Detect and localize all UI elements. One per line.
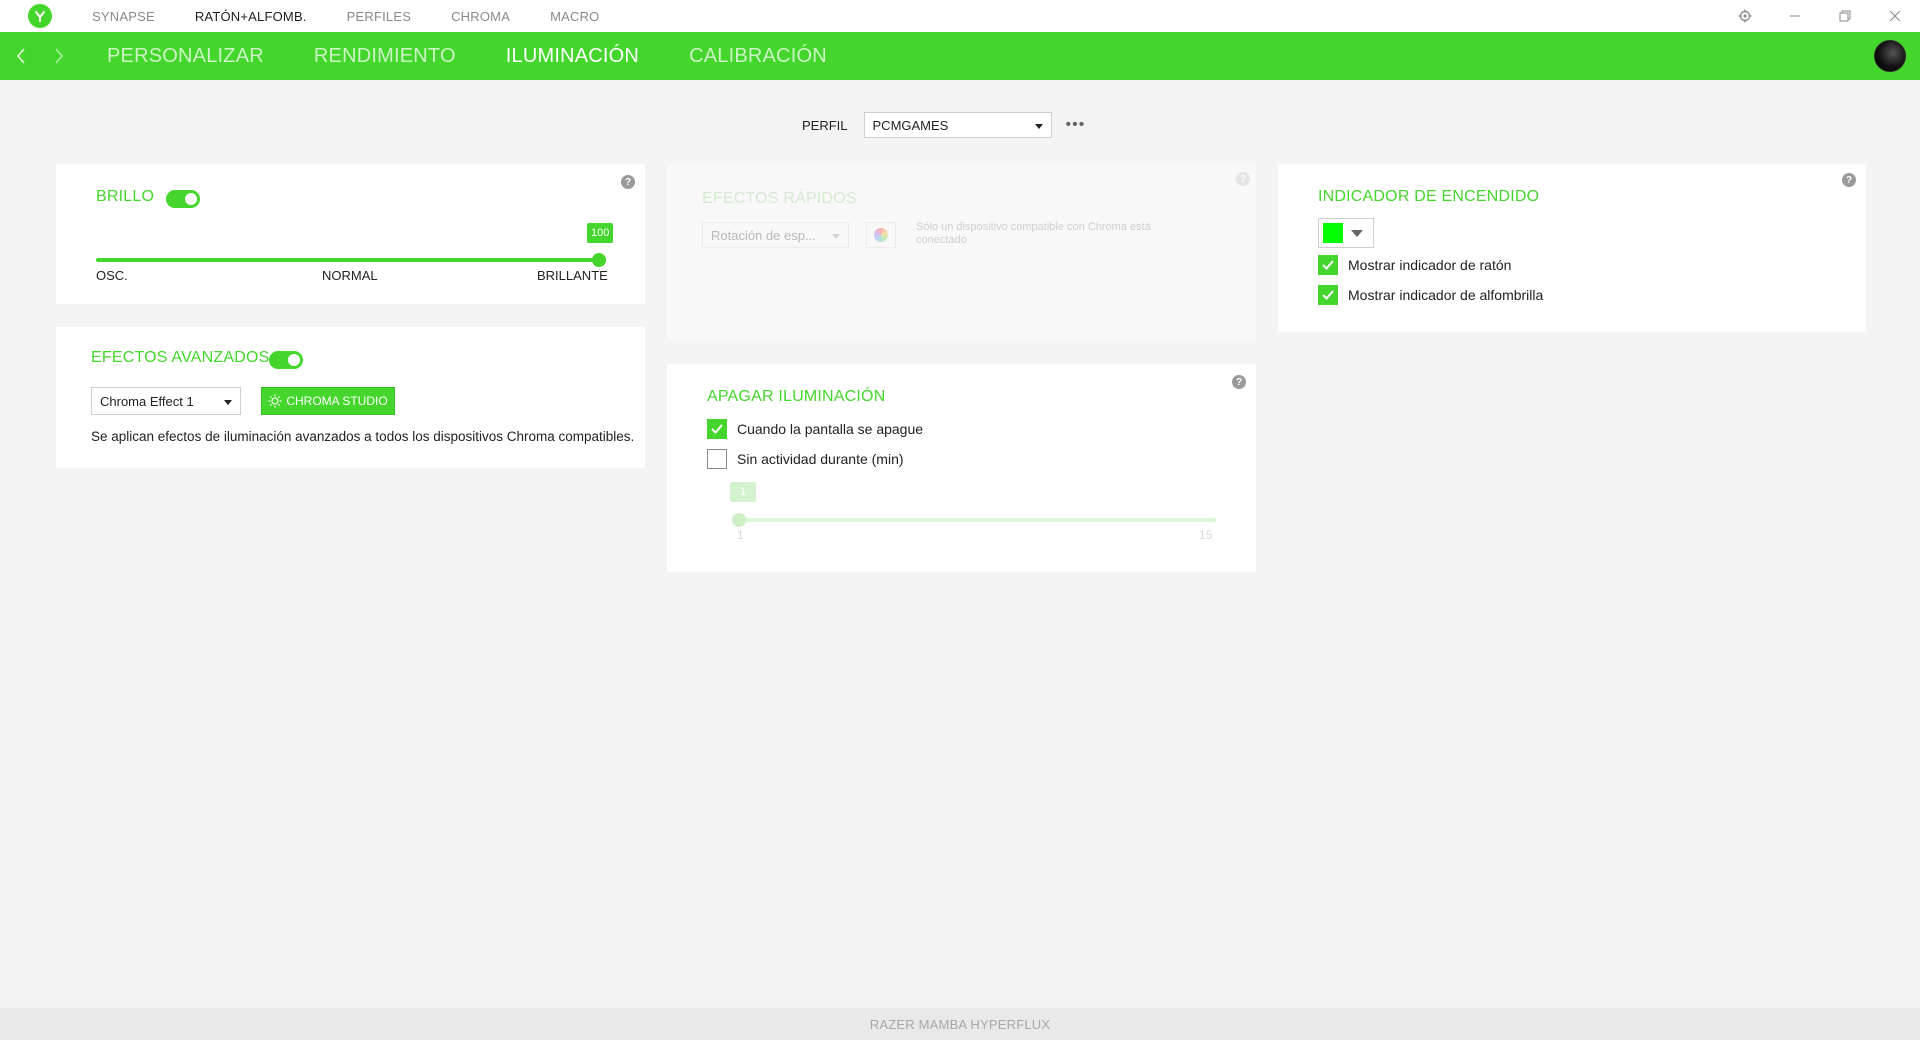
- restore-icon[interactable]: [1820, 0, 1870, 32]
- advanced-effects-title: EFECTOS AVANZADOS: [91, 349, 270, 366]
- idle-slider-max-label: 15: [1199, 528, 1213, 542]
- lighting-off-card: APAGAR ILUMINACIÓN ? Cuando la pantalla …: [667, 364, 1256, 572]
- chroma-studio-label: CHROMA STUDIO: [286, 394, 388, 408]
- profile-select-value: PCMGAMES: [872, 117, 949, 133]
- sun-icon: [268, 394, 282, 408]
- help-icon[interactable]: ?: [1232, 375, 1246, 389]
- screen-off-label: Cuando la pantalla se apague: [737, 421, 924, 437]
- chevron-down-icon: [832, 234, 840, 239]
- top-nav-synapse[interactable]: SYNAPSE: [92, 9, 155, 24]
- screen-off-option[interactable]: Cuando la pantalla se apague: [707, 419, 923, 439]
- top-nav: SYNAPSE RATÓN+ALFOMB. PERFILES CHROMA MA…: [92, 9, 639, 24]
- idle-slider-value-badge: 1: [730, 482, 756, 502]
- color-wheel-icon: [866, 222, 896, 248]
- idle-slider-min-label: 1: [737, 528, 744, 542]
- quick-effects-select-value: Rotación de esp...: [711, 227, 816, 243]
- tab-customize[interactable]: PERSONALIZAR: [107, 45, 264, 68]
- chevron-down-icon: [1034, 124, 1043, 129]
- settings-gear-icon[interactable]: [1720, 0, 1770, 32]
- advanced-effects-card: EFECTOS AVANZADOS Chroma Effect 1 CHROMA…: [56, 327, 645, 468]
- brightness-value-badge: 100: [587, 223, 614, 243]
- quick-effects-card: EFECTOS RÁPIDOS ? Rotación de esp... Sól…: [667, 164, 1256, 341]
- lighting-off-title: APAGAR ILUMINACIÓN: [707, 388, 886, 405]
- brightness-card: BRILLO ? 100 OSC. NORMAL BRILLANTE: [56, 164, 645, 304]
- top-nav-mouse-mousepad[interactable]: RATÓN+ALFOMB.: [195, 9, 307, 24]
- advanced-effects-description: Se aplican efectos de iluminación avanza…: [91, 429, 635, 444]
- profile-label: PERFIL: [802, 117, 848, 133]
- razer-logo-icon[interactable]: [28, 4, 52, 28]
- checkbox-checked[interactable]: [1318, 255, 1338, 275]
- minimize-icon[interactable]: [1770, 0, 1820, 32]
- top-nav-chroma[interactable]: CHROMA: [451, 9, 510, 24]
- show-mousepad-indicator-label: Mostrar indicador de alfombrilla: [1348, 287, 1544, 303]
- tab-performance[interactable]: RENDIMIENTO: [314, 45, 456, 68]
- show-mouse-indicator-label: Mostrar indicador de ratón: [1348, 257, 1512, 273]
- quick-effects-title: EFECTOS RÁPIDOS: [702, 190, 857, 207]
- back-arrow-icon[interactable]: [2, 47, 40, 65]
- help-icon[interactable]: ?: [621, 175, 635, 189]
- chevron-down-icon: [1351, 230, 1363, 237]
- brightness-label-high: BRILLANTE: [537, 268, 608, 283]
- checkbox-checked[interactable]: [1318, 285, 1338, 305]
- show-mousepad-indicator-option[interactable]: Mostrar indicador de alfombrilla: [1318, 285, 1543, 305]
- quick-effects-note: Sólo un dispositivo compatible con Chrom…: [916, 221, 1151, 246]
- title-bar: SYNAPSE RATÓN+ALFOMB. PERFILES CHROMA MA…: [0, 0, 1920, 32]
- advanced-effects-select[interactable]: Chroma Effect 1: [91, 387, 241, 415]
- chevron-down-icon: [224, 400, 232, 405]
- device-name: RAZER MAMBA HYPERFLUX: [869, 1016, 1051, 1032]
- advanced-effects-select-value: Chroma Effect 1: [100, 393, 194, 409]
- checkbox-checked[interactable]: [707, 419, 727, 439]
- power-indicator-card: INDICADOR DE ENCENDIDO ? Mostrar indicad…: [1278, 164, 1866, 332]
- top-nav-macro[interactable]: MACRO: [550, 9, 599, 24]
- color-swatch: [1323, 223, 1343, 243]
- idle-slider-thumb: [732, 513, 746, 527]
- help-icon[interactable]: ?: [1236, 172, 1250, 186]
- sub-tabs: PERSONALIZAR RENDIMIENTO ILUMINACIÓN CAL…: [107, 45, 877, 68]
- profile-row: PERFIL PCMGAMES •••: [802, 112, 1085, 138]
- more-options-icon[interactable]: •••: [1066, 116, 1086, 134]
- brightness-label-low: OSC.: [96, 268, 128, 283]
- tab-lighting[interactable]: ILUMINACIÓN: [506, 45, 639, 68]
- tab-calibration[interactable]: CALIBRACIÓN: [689, 45, 827, 68]
- top-nav-profiles[interactable]: PERFILES: [347, 9, 411, 24]
- advanced-effects-toggle[interactable]: [269, 351, 303, 369]
- user-avatar[interactable]: [1874, 40, 1906, 72]
- show-mouse-indicator-option[interactable]: Mostrar indicador de ratón: [1318, 255, 1511, 275]
- brightness-toggle[interactable]: [166, 190, 200, 208]
- window-controls: [1720, 0, 1920, 32]
- close-icon[interactable]: [1870, 0, 1920, 32]
- quick-effects-select: Rotación de esp...: [702, 222, 849, 248]
- idle-timeout-option[interactable]: Sin actividad durante (min): [707, 449, 904, 469]
- checkbox-unchecked[interactable]: [707, 449, 727, 469]
- brightness-slider-track[interactable]: [96, 258, 601, 262]
- status-bar: RAZER MAMBA HYPERFLUX: [0, 1008, 1920, 1040]
- chroma-studio-button[interactable]: CHROMA STUDIO: [261, 387, 395, 415]
- brightness-title: BRILLO: [96, 188, 155, 205]
- color-picker-dropdown[interactable]: [1318, 218, 1374, 248]
- section-header: PERSONALIZAR RENDIMIENTO ILUMINACIÓN CAL…: [0, 32, 1920, 80]
- brightness-slider-thumb[interactable]: [592, 253, 606, 267]
- help-icon[interactable]: ?: [1842, 173, 1856, 187]
- profile-select[interactable]: PCMGAMES: [863, 112, 1052, 138]
- idle-slider-track: [737, 518, 1216, 522]
- idle-timeout-label: Sin actividad durante (min): [737, 451, 904, 467]
- power-indicator-title: INDICADOR DE ENCENDIDO: [1318, 188, 1540, 205]
- forward-arrow-icon[interactable]: [40, 47, 78, 65]
- brightness-label-mid: NORMAL: [322, 268, 378, 283]
